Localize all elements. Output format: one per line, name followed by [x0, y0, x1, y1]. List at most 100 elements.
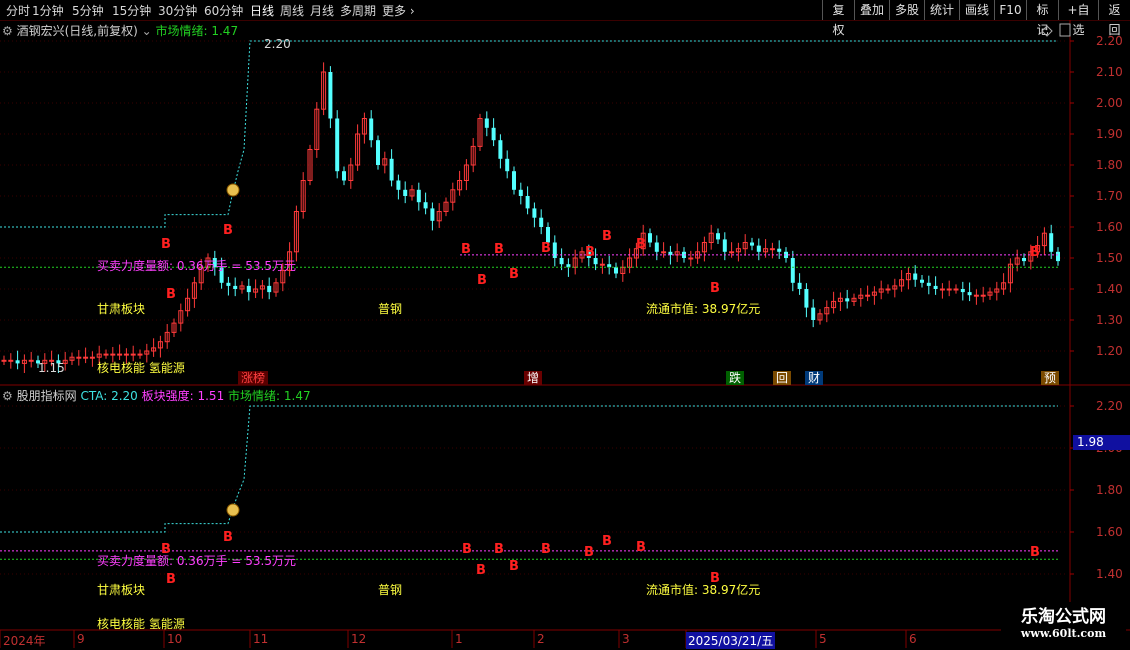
- buy-sell-volume-text: 买卖力度量额: 0.36万手 = 53.5万元: [97, 554, 296, 568]
- candle-body: [552, 242, 557, 258]
- buy-signal-marker: B: [541, 241, 551, 256]
- y-tick-label-top: 1.90: [1096, 127, 1123, 141]
- market-sentiment-label: 市场情绪: 1.47: [155, 24, 239, 38]
- candle-body: [518, 189, 523, 196]
- candle-body: [512, 171, 516, 190]
- candle-body: [973, 294, 979, 297]
- candle-body: [654, 242, 659, 252]
- y-tick-label-bottom: 2.20: [1096, 399, 1123, 413]
- money-bag-icon: [226, 183, 240, 197]
- candle-body: [137, 353, 143, 356]
- chevron-down-icon[interactable]: ⌄: [142, 24, 152, 38]
- candle-body: [769, 248, 775, 251]
- y-tick-label-bottom: 1.80: [1096, 483, 1123, 497]
- max-price-label: 2.20: [264, 37, 291, 51]
- time-axis-label: 11: [253, 632, 269, 646]
- candle-body: [648, 233, 652, 243]
- buy-signal-marker-bottom: B: [223, 530, 233, 545]
- market-cap-text: 流通市值: 38.97亿元: [646, 302, 761, 316]
- candle-body: [226, 282, 231, 286]
- candle-body: [1056, 251, 1060, 262]
- buy-signal-marker-bottom: B: [462, 542, 472, 557]
- candle-body: [396, 180, 401, 190]
- candle-body: [376, 140, 380, 165]
- candle-body: [246, 285, 251, 293]
- candle-body: [980, 294, 986, 297]
- candle-body: [130, 353, 136, 356]
- sector-steel-text: 普钢: [378, 302, 403, 316]
- event-tag-rank[interactable]: 涨榜: [238, 371, 269, 385]
- candle-body: [1049, 233, 1054, 252]
- candle-body: [484, 118, 489, 128]
- time-axis-label: 6: [909, 632, 917, 646]
- candle-body: [76, 356, 82, 359]
- candle-body: [1, 359, 7, 362]
- candle-body: [811, 307, 816, 320]
- y-tick-label-top: 1.60: [1096, 220, 1123, 234]
- candle-body: [933, 285, 938, 289]
- candle-body: [267, 285, 272, 293]
- time-axis-label: 12: [351, 632, 367, 646]
- settings-icon[interactable]: ⚙: [2, 389, 13, 403]
- candle-body: [89, 356, 95, 359]
- time-axis-label: 5: [819, 632, 827, 646]
- min-price-label: 1.15: [38, 361, 65, 375]
- sector-steel-text: 普钢: [378, 583, 403, 597]
- money-bag-icon: [226, 503, 240, 517]
- buy-signal-marker-bottom: B: [494, 542, 504, 557]
- stock-title: 酒钢宏兴(日线,前复权): [16, 24, 138, 38]
- candle-body: [716, 233, 720, 240]
- watermark-url: www.60lt.com: [1020, 627, 1107, 640]
- y-tick-label-top: 1.80: [1096, 158, 1123, 172]
- candle-body: [885, 288, 891, 291]
- y-tick-label-top: 1.30: [1096, 313, 1123, 327]
- sector-strength-label: 板块强度: 1.51: [141, 389, 225, 403]
- buy-signal-marker-bottom: B: [541, 542, 551, 557]
- sector-gansu-text: 甘肃板块: [97, 302, 146, 316]
- buy-signal-marker: B: [461, 242, 471, 257]
- buy-signal-marker-bottom: B: [636, 540, 646, 555]
- candle-body: [559, 258, 564, 265]
- candle-body: [845, 298, 850, 302]
- y-tick-label-top: 1.20: [1096, 344, 1123, 358]
- event-tag-finance[interactable]: 财: [805, 371, 824, 385]
- cta-label: CTA: 2.20: [80, 389, 138, 403]
- sector-gansu-text: 甘肃板块: [97, 583, 146, 597]
- buy-signal-marker: B: [509, 267, 519, 282]
- time-axis-label: 2025/03/21/五: [686, 632, 776, 649]
- candle-body: [328, 72, 333, 119]
- indicator-title: 股朋指标网: [16, 389, 77, 403]
- event-tag-fall[interactable]: 跌: [726, 371, 745, 385]
- sector-nuclear-text: 核电核能 氢能源: [97, 617, 185, 631]
- candle-body: [491, 127, 496, 141]
- buy-signal-marker-bottom: B: [166, 572, 176, 587]
- buy-signal-marker-bottom: B: [1030, 545, 1040, 560]
- buy-signal-marker-bottom: B: [476, 563, 486, 578]
- buy-signal-marker-bottom: B: [509, 559, 519, 574]
- candle-body: [403, 189, 408, 196]
- candle-body: [110, 353, 116, 356]
- candle-body: [750, 242, 754, 246]
- time-axis-label: 9: [77, 632, 85, 646]
- candle-body: [599, 263, 605, 266]
- candle-body: [123, 353, 129, 356]
- y-tick-label-top: 1.40: [1096, 282, 1123, 296]
- buy-signal-marker: B: [477, 273, 487, 288]
- candle-body: [539, 217, 544, 227]
- event-tag-forecast[interactable]: 预: [1041, 371, 1060, 385]
- event-tag-increase[interactable]: 增: [524, 371, 543, 385]
- window-icon: [1059, 23, 1071, 37]
- candle-body: [423, 202, 428, 209]
- candle-body: [661, 251, 667, 254]
- time-axis-label: 10: [167, 632, 183, 646]
- buy-signal-marker: B: [710, 281, 720, 296]
- candle-body: [8, 359, 14, 362]
- candle-body: [15, 360, 20, 364]
- candle-body: [28, 359, 34, 362]
- time-axis-label: 3: [622, 632, 630, 646]
- settings-icon[interactable]: ⚙: [2, 24, 13, 38]
- buy-signal-marker: B: [166, 287, 176, 302]
- event-tag-return[interactable]: 回: [773, 371, 792, 385]
- candle-body: [389, 158, 394, 181]
- candle-body: [865, 294, 871, 297]
